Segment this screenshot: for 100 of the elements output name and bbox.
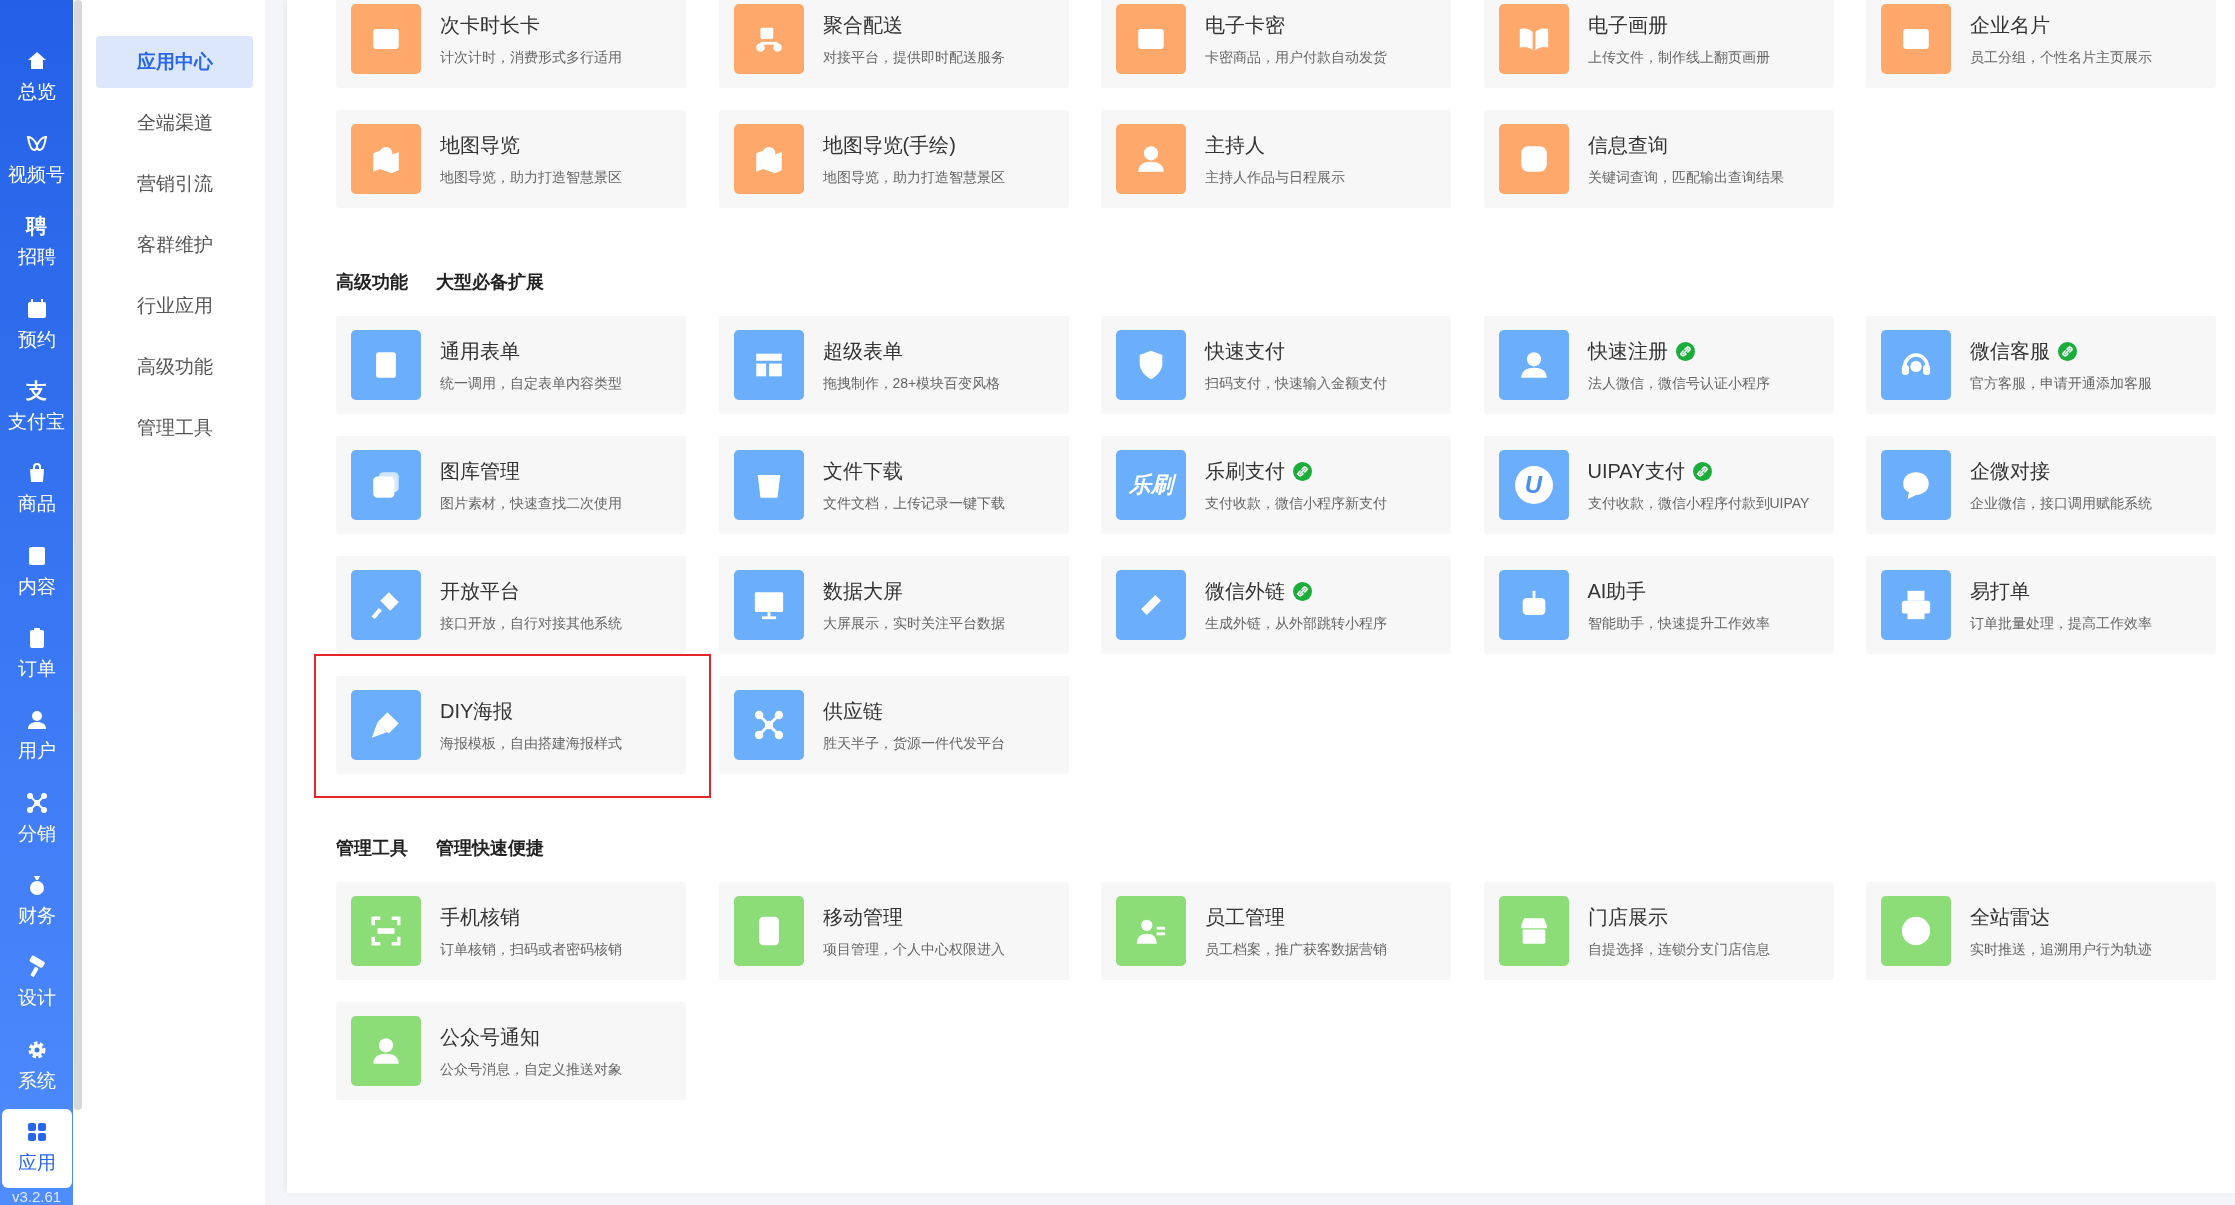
app-title: 通用表单 bbox=[440, 338, 520, 364]
app-title: 公众号通知 bbox=[440, 1024, 540, 1050]
app-card[interactable]: 供应链 胜天半子，货源一件代发平台 bbox=[718, 676, 1069, 774]
version-label: v3.2.61 bbox=[11, 1188, 62, 1205]
app-card[interactable]: U UIPAY支付 支付收款，微信小程序付款到UIPAY bbox=[1483, 436, 1834, 534]
app-title: 图库管理 bbox=[440, 458, 520, 484]
app-description: 员工分组，个性名片主页展示 bbox=[1970, 48, 2152, 67]
app-title: 开放平台 bbox=[440, 578, 520, 604]
submenu-item[interactable]: 高级功能 bbox=[96, 341, 253, 393]
submenu-item[interactable]: 全端渠道 bbox=[96, 97, 253, 149]
app-title: 地图导览(手绘) bbox=[822, 132, 956, 158]
app-description: 法人微信，微信号认证小程序 bbox=[1587, 374, 1770, 393]
sidebar-item[interactable]: 总览 bbox=[1, 38, 72, 117]
app-card[interactable]: 文件下载 文件文档，上传记录一键下载 bbox=[718, 436, 1069, 534]
app-title: 快速支付 bbox=[1205, 338, 1285, 364]
app-description: 海报模板，自由搭建海报样式 bbox=[440, 734, 622, 753]
app-description: 订单核销，扫码或者密码核销 bbox=[440, 940, 622, 959]
app-title: 移动管理 bbox=[822, 904, 903, 930]
app-title: 信息查询 bbox=[1587, 132, 1668, 158]
app-card[interactable]: 企微对接 企业微信，接口调用赋能系统 bbox=[1866, 436, 2216, 534]
sidebar-item[interactable]: 分销 bbox=[1, 779, 72, 859]
app-card[interactable]: 公众号通知 公众号消息，自定义推送对象 bbox=[336, 1002, 686, 1100]
scrollbar[interactable] bbox=[73, 0, 82, 1110]
app-description: 生成外链，从外部跳转小程序 bbox=[1205, 614, 1387, 633]
app-card[interactable]: 数据大屏 大屏展示，实时关注平台数据 bbox=[718, 556, 1069, 654]
app-card[interactable]: 地图导览(手绘) 地图导览，助力打造智慧景区 bbox=[718, 110, 1069, 208]
app-card[interactable]: 主持人 主持人作品与日程展示 bbox=[1101, 110, 1451, 208]
app-card[interactable]: 快速注册 法人微信，微信号认证小程序 bbox=[1483, 316, 1834, 414]
app-card[interactable]: 易打单 订单批量处理，提高工作效率 bbox=[1866, 556, 2216, 654]
app-title: UIPAY支付 bbox=[1587, 458, 1685, 484]
app-card[interactable]: 开放平台 接口开放，自行对接其他系统 bbox=[336, 556, 686, 654]
app-description: 接口开放，自行对接其他系统 bbox=[440, 614, 622, 633]
sidebar-item[interactable]: 应用 bbox=[1, 1108, 72, 1188]
sidebar-item[interactable]: 设计 bbox=[1, 943, 72, 1023]
app-title: 全站雷达 bbox=[1970, 904, 2050, 930]
app-title: 次卡时长卡 bbox=[440, 12, 540, 38]
sidebar-item[interactable]: 预约 bbox=[1, 285, 72, 364]
app-title: 门店展示 bbox=[1587, 904, 1668, 930]
app-description: 支付收款，微信小程序新支付 bbox=[1205, 494, 1387, 513]
app-title: 地图导览 bbox=[440, 132, 520, 158]
scan-icon bbox=[369, 914, 403, 948]
app-title: 超级表单 bbox=[822, 338, 903, 364]
app-title: DIY海报 bbox=[440, 698, 514, 724]
sidebar-item[interactable]: 聘 招聘 bbox=[1, 202, 72, 282]
app-card[interactable]: 通用表单 统一调用，自定表单内容类型 bbox=[336, 316, 686, 414]
app-card[interactable]: 次卡时长卡 计次计时，消费形式多行适用 bbox=[336, 0, 686, 88]
app-card[interactable]: 手机核销 订单核销，扫码或者密码核销 bbox=[336, 882, 686, 980]
submenu-item[interactable]: 行业应用 bbox=[96, 280, 253, 332]
sidebar-item[interactable]: 商品 bbox=[1, 449, 72, 529]
app-card[interactable]: 微信客服 官方客服，申请开通添加客服 bbox=[1866, 316, 2216, 414]
sidebar-item[interactable]: 财务 bbox=[1, 861, 72, 941]
app-card[interactable]: 门店展示 自提选择，连锁分支门店信息 bbox=[1483, 882, 1834, 980]
app-description: 员工档案，推广获客数据营销 bbox=[1205, 940, 1387, 959]
app-card[interactable]: 快速支付 扫码支付，快速输入金额支付 bbox=[1101, 316, 1451, 414]
app-title: 微信外链 bbox=[1205, 578, 1285, 604]
app-description: 扫码支付，快速输入金额支付 bbox=[1205, 374, 1387, 393]
app-card[interactable]: 电子画册 上传文件，制作线上翻页画册 bbox=[1483, 0, 1834, 88]
app-description: 图片素材，快速查找二次使用 bbox=[440, 494, 622, 513]
sidebar-item[interactable]: 支 支付宝 bbox=[1, 367, 72, 447]
app-card[interactable]: AI助手 智能助手，快速提升工作效率 bbox=[1483, 556, 1834, 654]
app-description: 订单批量处理，提高工作效率 bbox=[1970, 614, 2152, 633]
app-description: 支付收款，微信小程序付款到UIPAY bbox=[1587, 494, 1810, 513]
app-description: 关键词查询，匹配输出查询结果 bbox=[1587, 168, 1784, 187]
app-card[interactable]: 微信外链 生成外链，从外部跳转小程序 bbox=[1101, 556, 1451, 654]
app-description: 卡密商品，用户付款自动发货 bbox=[1205, 48, 1387, 67]
app-card[interactable]: 信息查询 关键词查询，匹配输出查询结果 bbox=[1483, 110, 1834, 208]
app-card[interactable]: 电子卡密 卡密商品，用户付款自动发货 bbox=[1101, 0, 1451, 88]
app-description: 实时推送，追溯用户行为轨迹 bbox=[1970, 940, 2152, 959]
submenu-item[interactable]: 管理工具 bbox=[96, 402, 253, 454]
app-card[interactable]: 超级表单 拖拽制作，28+模块百变风格 bbox=[718, 316, 1069, 414]
section-subtitle: 管理快速便捷 bbox=[436, 837, 544, 860]
submenu-item[interactable]: 营销引流 bbox=[96, 158, 253, 210]
app-description: 计次计时，消费形式多行适用 bbox=[440, 48, 622, 67]
app-card[interactable]: 乐刷 乐刷支付 支付收款，微信小程序新支付 bbox=[1101, 436, 1451, 534]
app-description: 拖拽制作，28+模块百变风格 bbox=[822, 374, 1001, 393]
app-title: 供应链 bbox=[822, 698, 883, 724]
app-description: 文件文档，上传记录一键下载 bbox=[822, 494, 1005, 513]
app-card[interactable]: 全站雷达 实时推送，追溯用户行为轨迹 bbox=[1866, 882, 2216, 980]
app-card[interactable]: 地图导览 地图导览，助力打造智慧景区 bbox=[336, 110, 686, 208]
app-description: 上传文件，制作线上翻页画册 bbox=[1587, 48, 1770, 67]
app-card[interactable]: 移动管理 项目管理，个人中心权限进入 bbox=[718, 882, 1069, 980]
app-card[interactable]: 员工管理 员工档案，推广获客数据营销 bbox=[1101, 882, 1451, 980]
app-title: 企业名片 bbox=[1970, 12, 2050, 38]
logo-icon: 支 bbox=[26, 378, 47, 403]
submenu-item[interactable]: 客群维护 bbox=[96, 219, 253, 271]
submenu-item[interactable]: 应用中心 bbox=[96, 36, 253, 88]
sidebar-item[interactable]: 内容 bbox=[1, 532, 72, 611]
app-description: 对接平台，提供即时配送服务 bbox=[822, 48, 1005, 67]
sidebar-item[interactable]: 订单 bbox=[1, 614, 72, 694]
sidebar-item[interactable]: 视频号 bbox=[1, 120, 72, 200]
app-title: 数据大屏 bbox=[822, 578, 903, 604]
app-card[interactable]: DIY海报 海报模板，自由搭建海报样式 bbox=[336, 676, 686, 774]
app-card[interactable]: 聚合配送 对接平台，提供即时配送服务 bbox=[718, 0, 1069, 88]
sidebar-item[interactable]: 用户 bbox=[1, 696, 72, 776]
section-subtitle: 大型必备扩展 bbox=[436, 271, 544, 294]
app-description: 自提选择，连锁分支门店信息 bbox=[1587, 940, 1770, 959]
app-card[interactable]: 企业名片 员工分组，个性名片主页展示 bbox=[1866, 0, 2216, 88]
app-description: 大屏展示，实时关注平台数据 bbox=[822, 614, 1005, 633]
app-card[interactable]: 图库管理 图片素材，快速查找二次使用 bbox=[336, 436, 686, 534]
app-title: 快速注册 bbox=[1587, 338, 1668, 364]
